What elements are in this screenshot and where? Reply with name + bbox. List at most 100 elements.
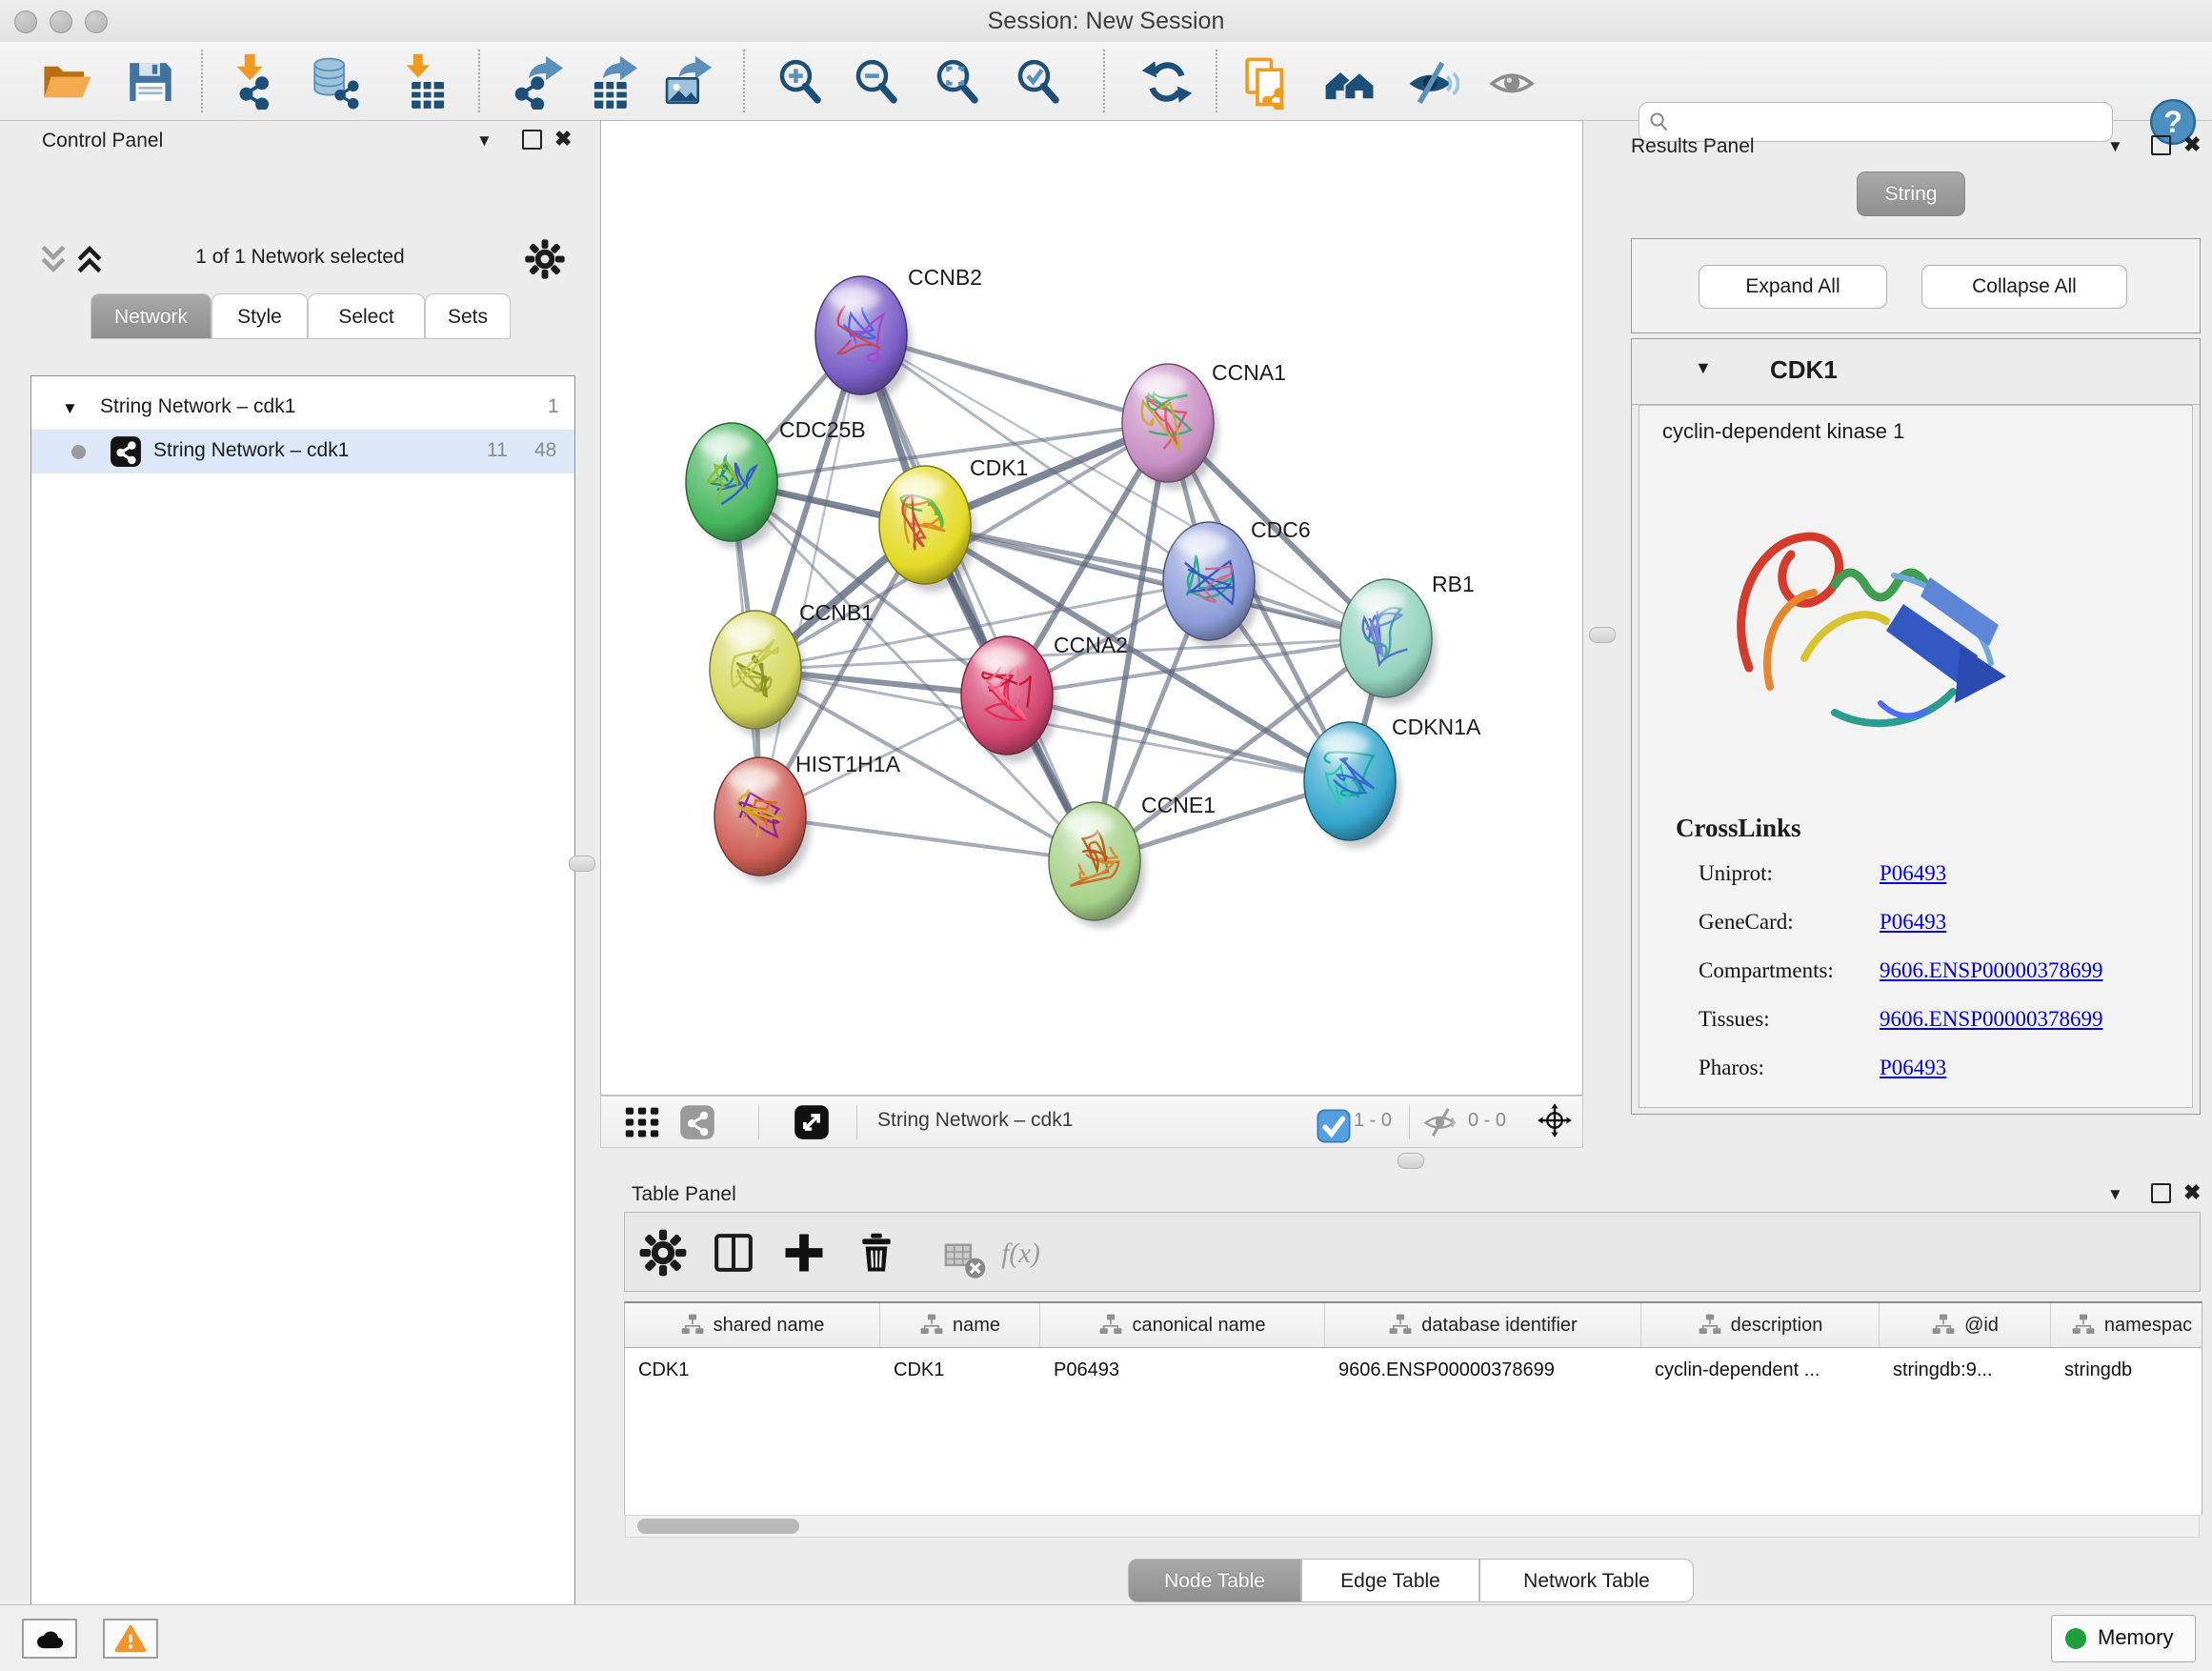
network-label: String Network – cdk1 [153,439,349,462]
cloud-icon [32,1623,67,1654]
network-graph[interactable]: CCNB2CCNA1CDC25BCDK1CDC6RB1CCNB1CCNA2CDK… [601,121,1582,1095]
tab-select[interactable]: Select [308,293,425,339]
control-panel-float-button[interactable]: ▼ [476,131,493,151]
cloud-button[interactable] [22,1619,77,1659]
zoom-selected-icon[interactable] [1011,54,1066,110]
zoom-out-icon[interactable] [849,54,904,110]
network-node-CCNB2[interactable] [815,276,912,402]
network-node-RB1[interactable] [1340,579,1437,705]
network-canvas[interactable]: CCNB2CCNA1CDC25BCDK1CDC6RB1CCNB1CCNA2CDK… [600,120,1583,1096]
results-panel-maximize-button[interactable] [2151,135,2171,158]
entry-expander-icon[interactable]: ▼ [1695,358,1712,378]
column-header-namespac[interactable]: namespac [2051,1303,2202,1347]
node-label-RB1: RB1 [1432,572,1475,596]
home-icon[interactable] [1322,54,1377,110]
tab-edge-table[interactable]: Edge Table [1301,1559,1479,1602]
crosslink-link[interactable]: P06493 [1880,861,1946,886]
results-panel-close-button[interactable]: ✖ [2183,135,2201,154]
zoom-fit-icon[interactable] [930,54,985,110]
network-row-selected[interactable]: String Network – cdk1 11 48 [31,430,574,473]
column-header-description[interactable]: description [1641,1303,1880,1347]
expand-all-button[interactable]: Expand All [1699,265,1887,309]
crosshair-navigate-icon[interactable] [1537,1102,1577,1142]
memory-button[interactable]: Memory [2051,1615,2196,1662]
control-panel-close-button[interactable]: ✖ [554,130,572,149]
tab-sets[interactable]: Sets [425,293,511,339]
delete-table-icon[interactable] [941,1236,979,1274]
table-horizontal-scrollbar[interactable] [625,1515,2200,1538]
crosslink-link[interactable]: 9606.ENSP00000378699 [1880,1007,2103,1032]
import-network-icon[interactable] [224,54,279,110]
import-table-icon[interactable] [394,54,450,110]
network-collection-row[interactable]: ▼ String Network – cdk1 1 [31,386,574,430]
table-cell: stringdb [2051,1348,2202,1392]
table-row[interactable]: CDK1CDK1P064939606.ENSP00000378699cyclin… [625,1348,2202,1392]
left-splitter-handle[interactable] [569,856,595,872]
add-column-icon[interactable] [779,1228,829,1278]
function-builder-icon[interactable]: f(x) [998,1228,1048,1278]
save-session-icon[interactable] [123,54,178,110]
column-header-shared-name[interactable]: shared name [625,1303,880,1347]
results-entry-header[interactable]: ▼ CDK1 [1632,339,2200,405]
results-panel-float-button[interactable]: ▼ [2107,137,2123,156]
status-bar: Memory [0,1604,2212,1671]
column-header--id[interactable]: @id [1880,1303,2051,1347]
network-collection-count: 1 [548,395,559,418]
horizontal-splitter-handle[interactable] [1398,1153,1424,1169]
show-columns-icon[interactable] [709,1228,758,1278]
network-edge-count: 48 [534,439,556,462]
birdseye-view-icon[interactable] [794,1104,830,1140]
results-entry-cdk1: ▼ CDK1 cyclin-dependent kinase 1 [1631,338,2201,1115]
export-image-icon[interactable] [658,54,714,110]
tab-node-table[interactable]: Node Table [1128,1559,1301,1602]
tab-string[interactable]: String [1857,171,1965,216]
table-panel-maximize-button[interactable] [2151,1183,2171,1206]
svg-text:f(x): f(x) [1001,1238,1040,1269]
selected-checkbox-icon[interactable] [1316,1108,1344,1137]
column-header-database-identifier[interactable]: database identifier [1325,1303,1641,1347]
tab-style[interactable]: Style [211,293,308,339]
network-node-CDK1[interactable] [879,466,975,592]
tab-network[interactable]: Network [90,293,211,339]
import-database-icon[interactable] [308,54,363,110]
network-options-gear-button[interactable] [524,238,566,280]
network-node-CDKN1A[interactable] [1304,722,1400,848]
open-session-icon[interactable] [39,54,94,110]
toolbar-separator [478,50,480,112]
table-panel-float-button[interactable]: ▼ [2107,1185,2123,1204]
export-network-icon[interactable] [510,54,565,110]
scrollbar-thumb[interactable] [637,1519,799,1534]
table-panel-close-button[interactable]: ✖ [2183,1183,2201,1202]
network-node-CCNE1[interactable] [1049,802,1145,928]
control-panel-maximize-button[interactable] [522,130,542,152]
tab-network-table[interactable]: Network Table [1479,1559,1694,1602]
toolbar-separator [1103,50,1105,112]
results-buttons-box: Expand All Collapse All [1631,238,2201,333]
right-splitter-handle[interactable] [1589,627,1616,643]
table-settings-gear-icon[interactable] [638,1228,688,1278]
warnings-button[interactable] [103,1619,158,1659]
crosslink-link[interactable]: P06493 [1880,910,1946,935]
column-header-name[interactable]: name [880,1303,1040,1347]
collapse-all-networks-button[interactable] [36,242,70,281]
crosslink-link[interactable]: 9606.ENSP00000378699 [1880,958,2103,983]
grid-view-icon[interactable] [624,1104,660,1140]
export-table-icon[interactable] [584,54,639,110]
crosslink-link[interactable]: P06493 [1880,1056,1946,1080]
zoom-in-icon[interactable] [773,54,828,110]
hide-selected-icon[interactable] [1404,54,1459,110]
refresh-icon[interactable] [1139,54,1195,110]
clone-network-icon[interactable] [1238,54,1294,110]
tree-expander-icon[interactable]: ▼ [62,399,78,418]
network-node-CDC6[interactable] [1163,522,1259,648]
network-node-CCNB1[interactable] [710,611,806,736]
column-header-canonical-name[interactable]: canonical name [1040,1303,1325,1347]
hidden-eye-icon[interactable] [1422,1104,1458,1140]
edge-layer[interactable] [732,335,1386,861]
expand-all-networks-button[interactable] [72,242,107,281]
collapse-all-button[interactable]: Collapse All [1921,265,2127,309]
delete-column-icon[interactable] [852,1228,901,1278]
show-all-icon[interactable] [1485,54,1540,110]
network-collection-label: String Network – cdk1 [100,395,295,418]
share-view-icon[interactable] [679,1104,715,1140]
